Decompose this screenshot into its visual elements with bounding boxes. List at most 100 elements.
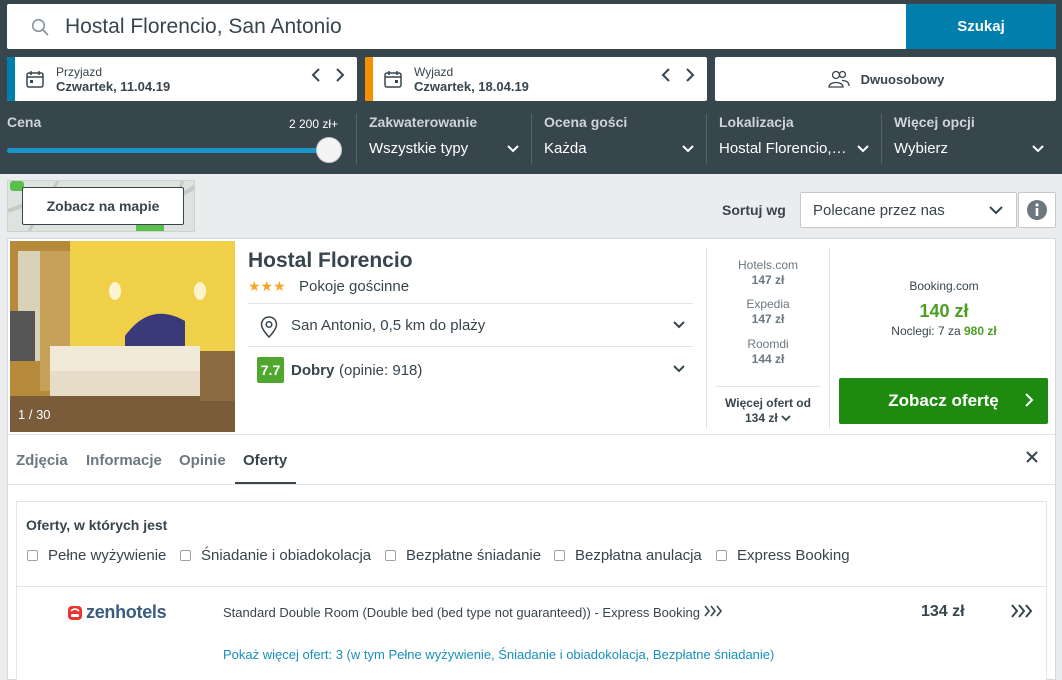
checkbox[interactable] [385,550,396,561]
accommodation-filter-title: Zakwaterowanie [369,114,478,130]
offer-provider-name: Expedia [746,297,790,311]
other-offer[interactable]: Roomdi 144 zł [708,337,828,366]
more-offers-button[interactable]: Więcej ofert od 134 zł [708,396,828,426]
chevron-right-icon[interactable] [683,67,697,88]
map-preview[interactable]: Zobacz na mapie [7,180,195,232]
hotel-name[interactable]: Hostal Florencio [248,249,413,273]
guest-rating-filter-value: Każda [544,140,587,157]
guest-rating-filter[interactable]: Ocena gości Każda [544,114,694,166]
divider [829,247,830,429]
chevron-right-icon[interactable] [333,67,347,88]
price-slider-handle[interactable] [316,137,342,163]
filter-divider [356,114,357,164]
hotel-room-image [10,241,235,432]
chevron-down-icon [857,145,869,153]
tab-offers[interactable]: Oferty [243,452,287,469]
location-filter-value: Hostal Florencio,… [719,140,847,157]
best-deal-price: 140 zł [919,301,969,321]
offer-provider-price: 147 zł [751,312,785,326]
divider [8,484,1055,485]
location-filter-title: Lokalizacja [719,114,794,130]
divider [716,386,820,387]
accommodation-filter[interactable]: Zakwaterowanie Wszystkie typy [369,114,519,166]
chevron-down-icon [507,145,519,153]
hotel-photo[interactable]: 1 / 30 [10,241,235,432]
view-on-map-button[interactable]: Zobacz na mapie [22,187,184,225]
chevron-right-icon [1025,393,1034,407]
offer-provider-price: 144 zł [751,352,785,366]
offer-provider-name: Hotels.com [737,258,799,272]
tab-reviews[interactable]: Opinie [179,452,226,469]
checkout-label: Wyjazd [414,65,454,79]
close-icon[interactable] [1024,449,1040,465]
checkout-date-picker[interactable]: Wyjazd Czwartek, 18.04.19 [365,57,707,101]
checkin-label: Przyjazd [56,65,103,79]
chevron-down-icon [682,145,694,153]
checkin-date-picker[interactable]: Przyjazd Czwartek, 11.04.19 [7,57,357,101]
filter-checkbox-free-breakfast[interactable]: Bezpłatne śniadanie [385,547,541,564]
calendar-icon [26,71,44,88]
view-deal-label: Zobacz ofertę [888,391,999,410]
divider [248,303,693,304]
checkbox[interactable] [27,550,38,561]
rating-label[interactable]: Dobry [291,362,334,379]
other-offer[interactable]: Expedia 147 zł [708,297,828,326]
hotel-result-card: 1 / 30 Hostal Florencio ★★★ Pokoje gości… [7,238,1056,680]
offers-panel: Oferty, w których jest Pełne wyżywienie … [16,501,1047,680]
hotel-type: Pokoje gościnne [299,278,410,295]
filter-checkbox-express-booking[interactable]: Express Booking [716,547,850,564]
location-filter[interactable]: Lokalizacja Hostal Florencio,… [719,114,869,166]
search-bar: Szukaj [7,4,1056,49]
checkbox[interactable] [716,550,727,561]
search-button[interactable]: Szukaj [906,4,1056,49]
offer-price[interactable]: 134 zł [921,603,965,621]
filter-checkbox-half-board[interactable]: Śniadanie i obiadokolacja [180,547,371,564]
more-offers-price: 134 zł [708,411,828,426]
checkbox[interactable] [554,550,565,561]
search-header: Szukaj Przyjazd Czwartek, 11.04.19 [0,0,1062,174]
chevron-down-icon[interactable] [672,363,686,375]
chevron-down-icon[interactable] [672,319,686,331]
checkout-accent-strip [365,57,373,101]
accommodation-filter-value: Wszystkie typy [369,140,469,157]
more-options-filter[interactable]: Więcej opcji Wybierz [894,114,1044,166]
info-icon [1027,200,1047,220]
chevron-left-icon[interactable] [659,67,673,88]
sort-select[interactable]: Polecane przez nas [800,192,1017,228]
review-count[interactable]: (opinie: 918) [339,362,422,379]
offer-provider-name: Roomdi [747,337,789,351]
chevron-down-icon [781,415,791,422]
divider [8,434,1055,435]
checkbox[interactable] [180,550,191,561]
calendar-icon [384,71,402,88]
show-more-offers-link[interactable]: Pokaż więcej ofert: 3 (w tym Pełne wyżyw… [223,647,774,662]
search-input[interactable] [65,4,905,49]
more-offers-label: Więcej ofert od [725,396,811,410]
location-pin-icon [260,316,278,338]
offers-panel-title: Oferty, w których jest [26,517,168,533]
hotel-location[interactable]: San Antonio, 0,5 km do plaży [291,317,485,334]
tab-information[interactable]: Informacje [86,452,162,469]
search-icon [31,18,49,36]
filter-checkbox-full-board[interactable]: Pełne wyżywienie [27,547,166,564]
sort-label: Sortuj wg [722,202,786,218]
offer-room-description[interactable]: Standard Double Room (Double bed (bed ty… [223,605,724,620]
filter-checkbox-free-cancellation[interactable]: Bezpłatna anulacja [554,547,702,564]
chevron-down-icon [989,206,1003,215]
best-deal-nights: Noclegi: 7 za 980 zł [891,324,997,338]
offer-provider-price: 147 zł [751,273,785,287]
filter-divider [531,114,532,164]
triple-chevron-right-icon[interactable] [1011,603,1035,619]
star-rating: ★★★ [248,278,286,294]
zenhotels-logo-icon [68,605,82,620]
view-deal-button[interactable]: Zobacz ofertę [839,378,1048,424]
chevron-left-icon[interactable] [309,67,323,88]
divider [17,586,1046,587]
price-slider-track[interactable] [7,148,330,153]
room-type-selector[interactable]: Dwuosobowy [715,57,1056,101]
zenhotels-logo: zenhotels [67,602,167,623]
tab-photos[interactable]: Zdjęcia [16,452,68,469]
other-offer[interactable]: Hotels.com 147 zł [708,258,828,287]
sort-info-button[interactable] [1018,192,1056,228]
photo-counter: 1 / 30 [18,407,51,422]
